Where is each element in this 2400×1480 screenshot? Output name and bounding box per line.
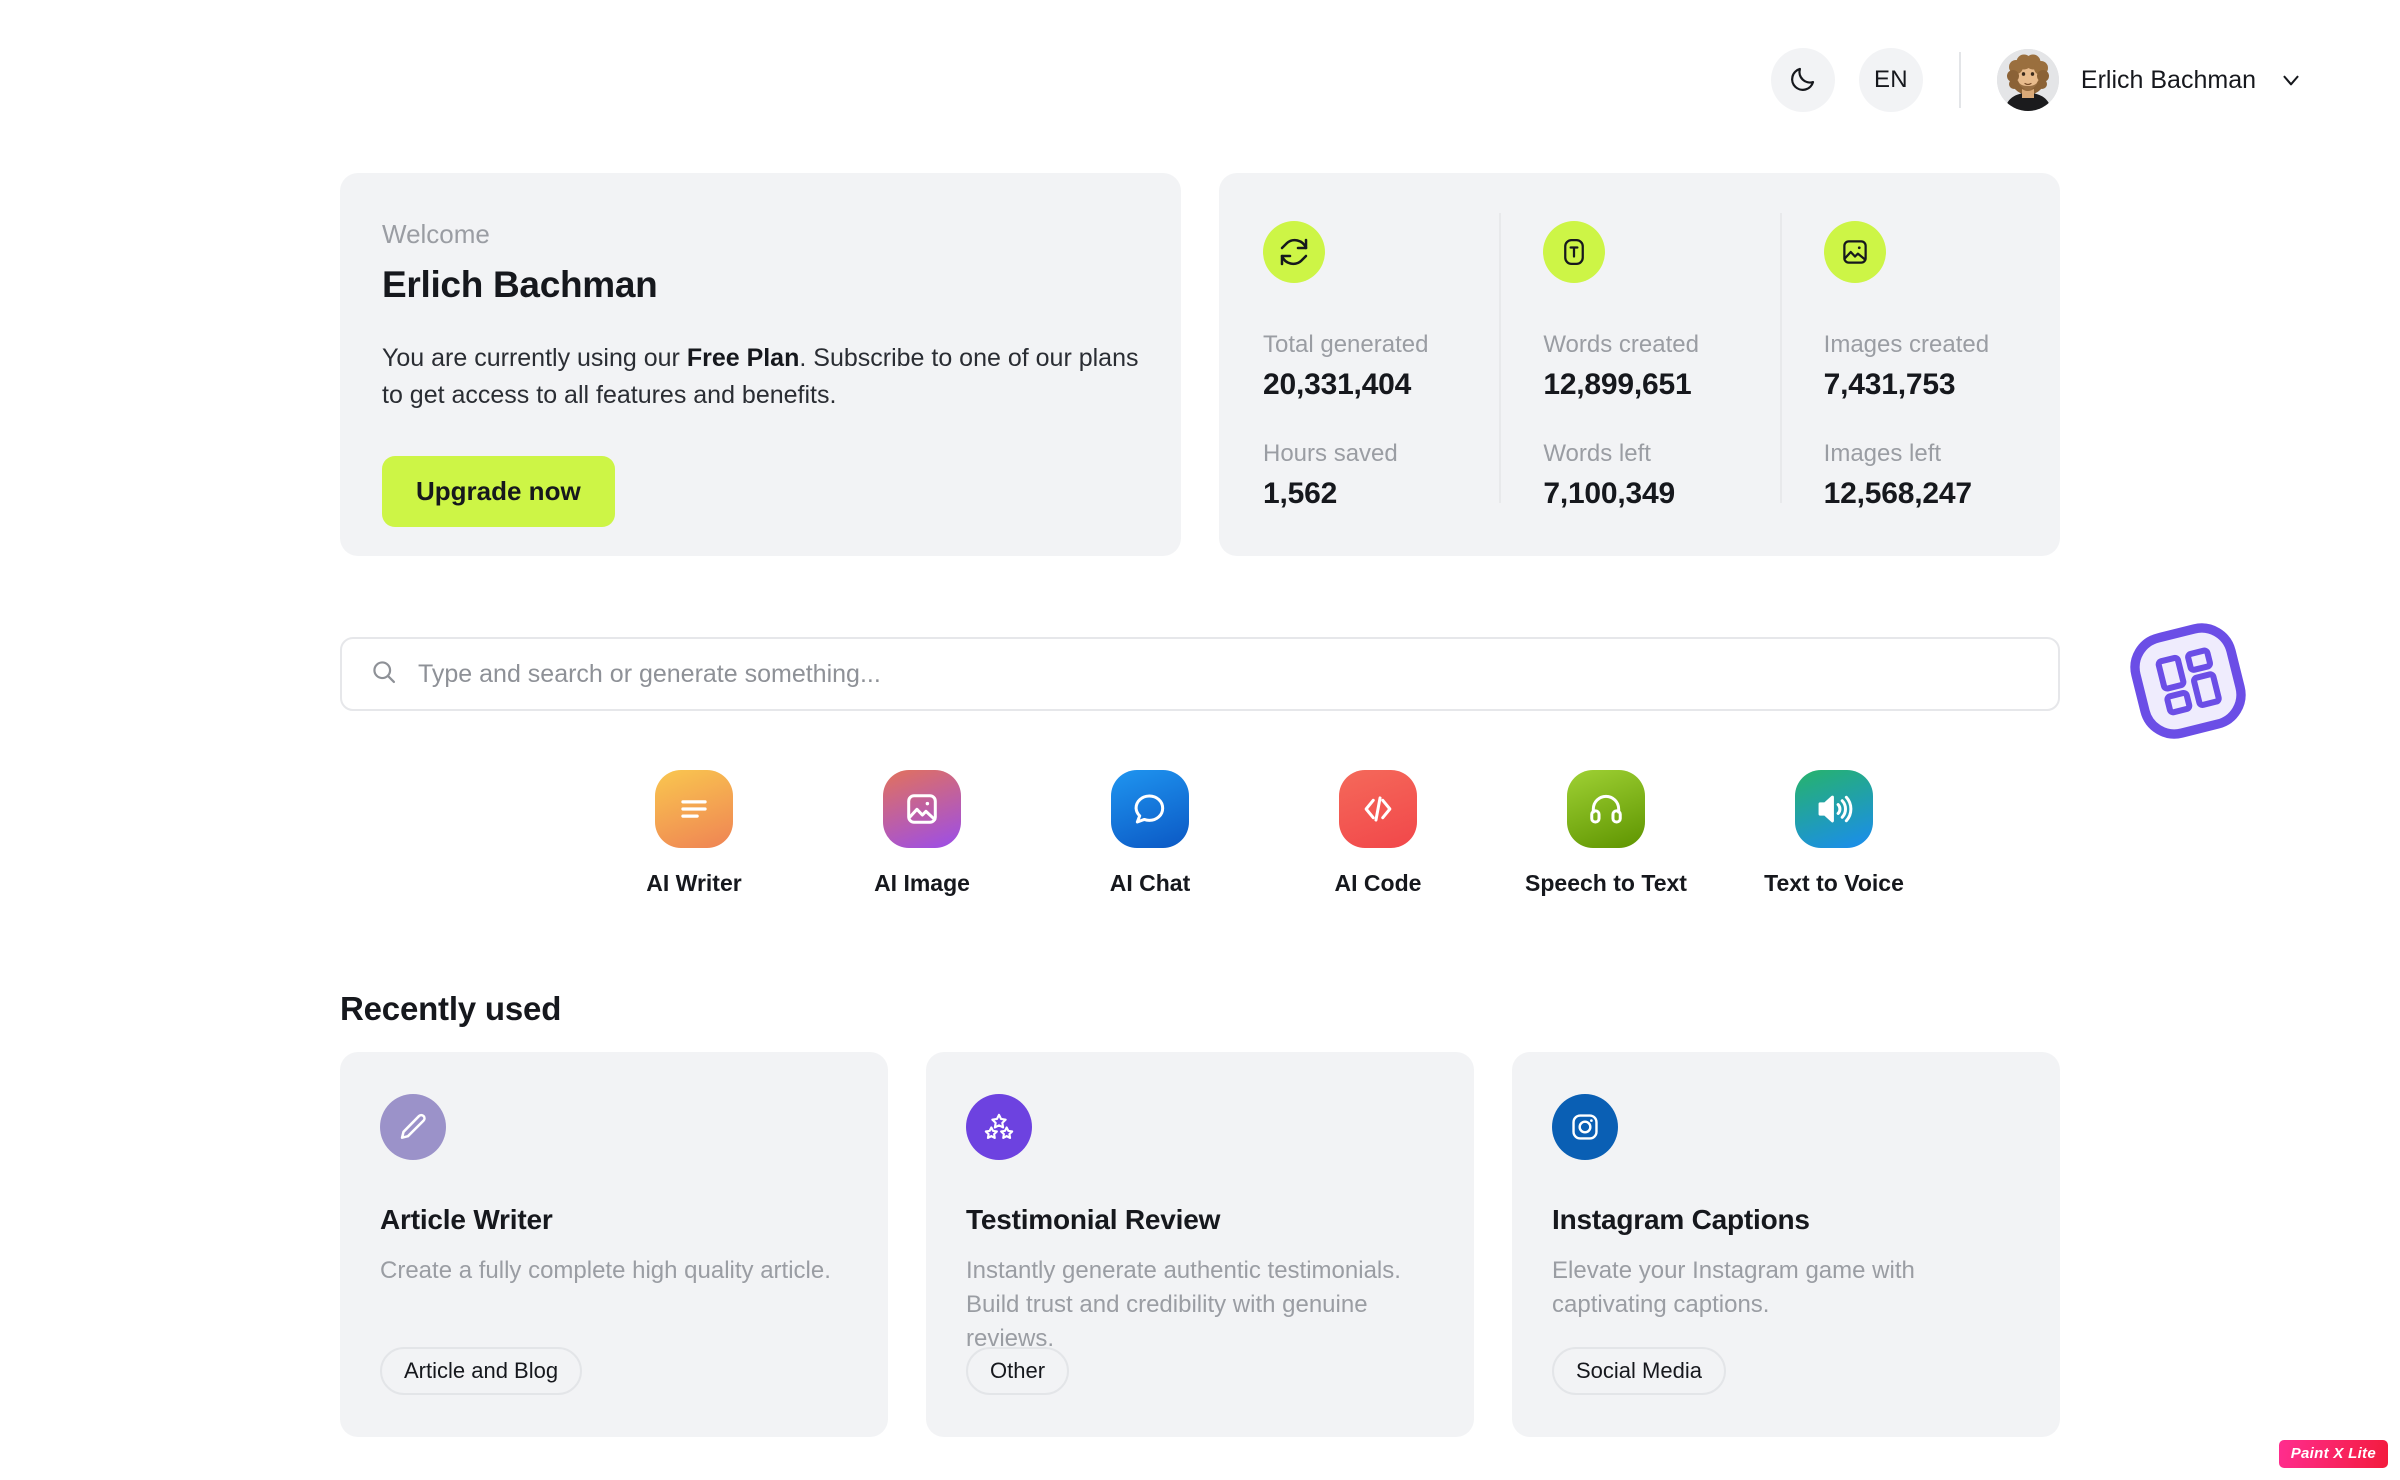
category-label: AI Chat [1109, 870, 1191, 896]
sync-refresh-icon [1263, 221, 1325, 283]
language-button[interactable]: EN [1858, 48, 1923, 112]
search-icon [370, 658, 398, 691]
instagram-icon [1552, 1094, 1618, 1160]
welcome-plan-name: Free Plan [686, 344, 800, 372]
list-item-title: Article Writer [380, 1204, 553, 1235]
welcome-desc-before: You are currently using our [382, 344, 687, 372]
list-item-description: Create a fully complete high quality art… [380, 1257, 831, 1284]
welcome-card: Welcome Erlich Bachman You are currently… [340, 173, 1181, 556]
stat-column-images: Images created 7,431,753 Images left 12,… [1779, 213, 2060, 556]
image-icon [883, 770, 961, 848]
category-ai-chat[interactable]: AI Chat [1036, 770, 1264, 897]
watermark-badge: Paint X Lite [2278, 1440, 2388, 1468]
stat-value: 1,562 [1263, 477, 1338, 510]
category-label: AI Image [874, 870, 970, 896]
search-input[interactable] [418, 659, 2030, 689]
stat-column-words: Words created 12,899,651 Words left 7,10… [1499, 213, 1779, 556]
category-ai-code[interactable]: AI Code [1264, 770, 1492, 897]
category-label: Speech to Text [1525, 870, 1687, 896]
list-item[interactable]: Testimonial Review Instantly generate au… [926, 1052, 1474, 1437]
grid-dashboard-icon[interactable] [2120, 613, 2256, 749]
stat-label: Words left [1543, 440, 1651, 467]
category-label: AI Code [1334, 870, 1422, 896]
lines-text-icon [655, 770, 733, 848]
category-ai-image[interactable]: AI Image [808, 770, 1036, 897]
three-stars-icon [966, 1094, 1032, 1160]
stat-value: 7,100,349 [1543, 477, 1675, 510]
stat-column-total-generated: Total generated 20,331,404 Hours saved 1… [1219, 221, 1499, 556]
welcome-eyebrow: Welcome [382, 219, 490, 249]
status-badge[interactable]: Social Media [1552, 1347, 1726, 1395]
welcome-description: You are currently using our Free Plan. S… [382, 340, 1139, 414]
stat-label: Images created [1823, 331, 1990, 358]
list-item-title: Instagram Captions [1552, 1204, 1810, 1235]
welcome-user-name: Erlich Bachman [382, 264, 658, 305]
list-item[interactable]: Instagram Captions Elevate your Instagra… [1512, 1052, 2060, 1437]
category-label: Text to Voice [1764, 870, 1904, 896]
category-shortcuts: AI Writer AI Image AI Chat AI Code Speec… [340, 770, 2060, 897]
list-item-title: Testimonial Review [966, 1204, 1221, 1235]
stat-value: 20,331,404 [1263, 368, 1412, 401]
category-label: AI Writer [646, 870, 742, 896]
stats-card: Total generated 20,331,404 Hours saved 1… [1219, 173, 2060, 556]
stat-label: Images left [1823, 440, 1942, 467]
top-header: EN Erlich Bachman [0, 0, 2400, 160]
recently-used-list: Article Writer Create a fully complete h… [340, 1052, 2060, 1437]
language-label: EN [1873, 66, 1908, 93]
chevron-down-icon[interactable] [2278, 67, 2304, 93]
speaker-icon [1795, 770, 1873, 848]
page-title: Recently used [340, 990, 562, 1027]
dashboard-page: EN Erlich Bachman Welcome Erlich Bachman… [0, 0, 2400, 1480]
upgrade-now-button[interactable]: Upgrade now [382, 456, 615, 527]
search-bar[interactable] [340, 637, 2060, 711]
status-badge[interactable]: Other [966, 1347, 1070, 1395]
moon-icon [1788, 64, 1818, 97]
header-divider [1958, 52, 1961, 108]
stat-value: 7,431,753 [1823, 368, 1956, 401]
text-box-icon [1543, 221, 1606, 283]
stat-label: Hours saved [1263, 440, 1398, 467]
status-badge[interactable]: Article and Blog [380, 1347, 583, 1395]
top-cards-row: Welcome Erlich Bachman You are currently… [340, 173, 2060, 556]
chat-bubble-icon [1111, 770, 1189, 848]
header-actions: EN Erlich Bachman [1770, 48, 2304, 112]
code-brackets-icon [1339, 770, 1417, 848]
category-speech-to-text[interactable]: Speech to Text [1492, 770, 1720, 897]
category-ai-writer[interactable]: AI Writer [580, 770, 808, 897]
avatar [1996, 49, 2059, 111]
theme-toggle-button[interactable] [1770, 48, 1835, 112]
stat-label: Total generated [1263, 331, 1429, 358]
image-icon [1823, 221, 1886, 283]
user-name-label: Erlich Bachman [2080, 65, 2256, 94]
stat-label: Words created [1543, 331, 1699, 358]
stat-value: 12,899,651 [1543, 368, 1692, 401]
category-text-to-voice[interactable]: Text to Voice [1720, 770, 1948, 897]
stat-value: 12,568,247 [1823, 477, 1972, 510]
headphones-icon [1567, 770, 1645, 848]
pencil-icon [380, 1094, 446, 1160]
list-item[interactable]: Article Writer Create a fully complete h… [340, 1052, 888, 1437]
user-menu[interactable]: Erlich Bachman [1996, 49, 2304, 111]
list-item-description: Instantly generate authentic testimonial… [966, 1257, 1401, 1353]
list-item-description: Elevate your Instagram game with captiva… [1552, 1257, 1915, 1319]
